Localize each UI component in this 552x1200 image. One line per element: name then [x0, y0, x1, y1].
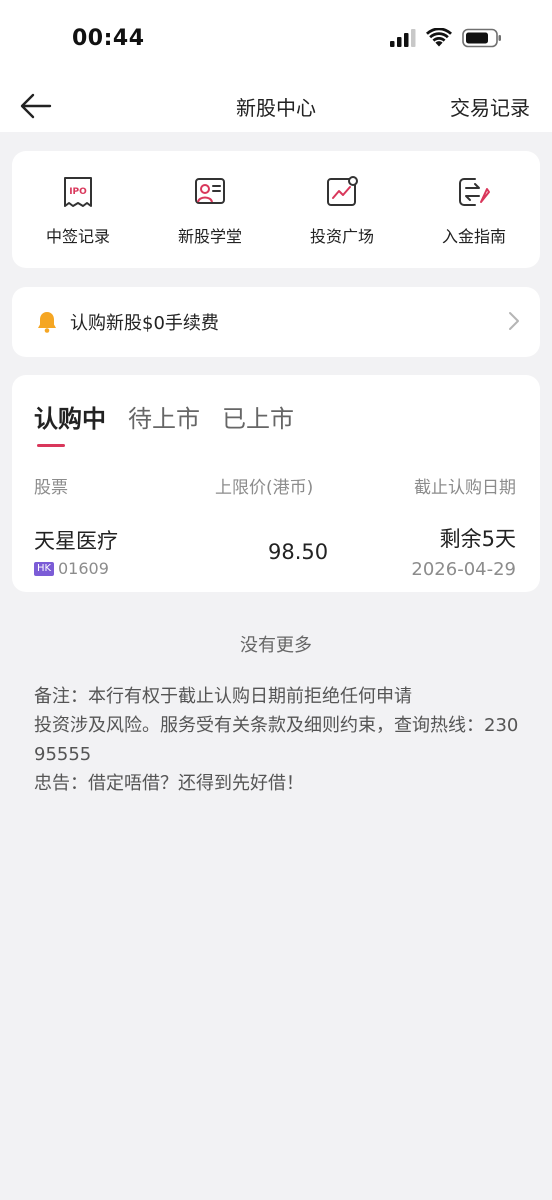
promo-text: 认购新股$0手续费 [70, 313, 219, 334]
quick-action-label: 投资广场 [309, 227, 374, 246]
chart-plaza-icon [325, 175, 359, 209]
column-header-stock: 股票 [34, 478, 68, 498]
column-header-deadline: 截止认购日期 [414, 478, 516, 498]
deadline-date: 2026-04-29 [411, 559, 516, 580]
disclaimer-line: 忠告：借定唔借？还得到先好借！ [34, 773, 304, 794]
quick-action-allotment-records[interactable]: IPO 中签记录 [12, 151, 144, 268]
classroom-icon [193, 175, 227, 209]
quick-action-deposit-guide[interactable]: 入金指南 [408, 151, 540, 268]
ipo-ticket-icon: IPO [61, 175, 95, 209]
battery-icon [462, 28, 501, 48]
ipo-list-card: 认购中 待上市 已上市 股票 上限价(港币) 截止认购日期 天星医疗 HK 01… [12, 375, 540, 592]
tab-subscribing[interactable]: 认购中 [34, 399, 106, 434]
navigation-bar: 新股中心 交易记录 [0, 80, 552, 132]
column-header-price: 上限价(港币) [215, 478, 314, 498]
chevron-right-icon [508, 311, 520, 335]
active-tab-indicator [37, 444, 65, 447]
deposit-guide-icon [457, 175, 491, 209]
disclaimer-notes: 备注：本行有权于截止认购日期前拒绝任何申请 投资涉及风险。服务受有关条款及细则约… [34, 682, 522, 798]
cellular-signal-icon [390, 29, 416, 47]
days-remaining: 剩余5天 [439, 527, 516, 551]
quick-action-investment-plaza[interactable]: 投资广场 [276, 151, 408, 268]
quick-action-ipo-school[interactable]: 新股学堂 [144, 151, 276, 268]
tab-listed[interactable]: 已上市 [222, 399, 294, 434]
quick-action-label: 中签记录 [45, 227, 110, 246]
status-icons [390, 28, 502, 48]
bell-icon [34, 309, 60, 335]
trade-records-link[interactable]: 交易记录 [450, 92, 530, 121]
disclaimer-line: 投资涉及风险。服务受有关条款及细则约束，查询热线：230 95555 [34, 715, 519, 765]
stock-name: 天星医疗 [34, 529, 118, 553]
tab-pending-listing[interactable]: 待上市 [128, 399, 200, 434]
status-time: 00:44 [72, 26, 145, 51]
quick-action-label: 入金指南 [441, 227, 506, 246]
table-row[interactable]: 天星医疗 HK 01609 98.50 剩余5天 2026-04-29 [12, 515, 540, 585]
disclaimer-line: 备注：本行有权于截止认购日期前拒绝任何申请 [34, 686, 412, 707]
ipo-tabs: 认购中 待上市 已上市 [34, 399, 294, 434]
status-bar: 00:44 [0, 0, 552, 80]
promo-banner[interactable]: 认购新股$0手续费 [12, 287, 540, 357]
no-more-text: 没有更多 [240, 635, 312, 656]
stock-code: 01609 [58, 559, 109, 578]
svg-text:IPO: IPO [69, 187, 87, 197]
market-badge: HK [34, 562, 55, 576]
quick-actions-card: IPO 中签记录 新股学堂 投资广场 入金指南 [12, 151, 540, 268]
quick-action-label: 新股学堂 [177, 227, 242, 246]
wifi-icon [426, 28, 452, 47]
offer-price: 98.50 [268, 540, 329, 564]
